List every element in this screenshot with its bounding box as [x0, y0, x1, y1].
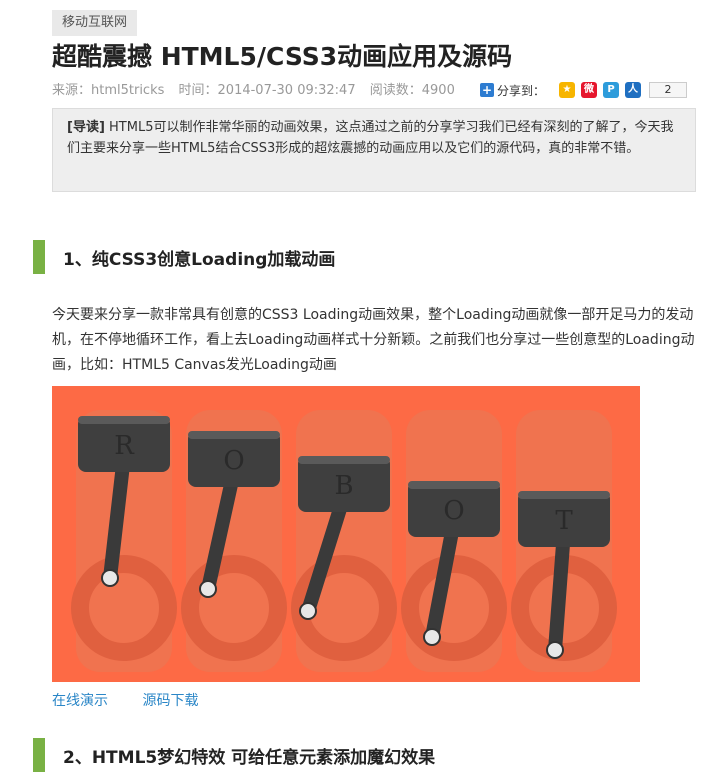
share-label: 分享到：: [497, 83, 546, 98]
robot-ball: [299, 602, 317, 620]
robot-block-top: [408, 481, 500, 489]
robot-block-top: [188, 431, 280, 439]
article-meta: 来源：html5tricks 时间：2014-07-30 09:32:47 阅读…: [52, 82, 465, 100]
robot-loading-graphic: R O B O T: [71, 410, 617, 672]
weibo-icon[interactable]: 微: [581, 82, 598, 98]
section-heading-text: 1、纯CSS3创意Loading加载动画: [63, 249, 336, 270]
heading-bar: [33, 240, 45, 274]
category-tag[interactable]: 移动互联网: [52, 10, 138, 36]
renren-icon[interactable]: 人: [625, 82, 642, 98]
download-link[interactable]: 源码下载: [142, 693, 198, 709]
share-plus-icon[interactable]: +: [480, 83, 494, 97]
robot-letter: T: [555, 506, 573, 536]
share-bar: + 分享到： ★ 微 P 人 2: [480, 80, 688, 100]
robot-letter: O: [223, 446, 244, 476]
section-heading-text: 2、HTML5梦幻特效 可给任意元素添加魔幻效果: [63, 747, 436, 768]
robot-rod: [548, 524, 571, 657]
views-text: 阅读数：4900: [369, 83, 455, 98]
robot-block-top: [78, 416, 170, 424]
robot-ball: [546, 641, 564, 659]
robot-ball: [199, 580, 217, 598]
robot-block-top: [298, 456, 390, 464]
section-paragraph: 今天要来分享一款非常具有创意的CSS3 Loading动画效果，整个Loadin…: [52, 307, 695, 373]
pengyou-icon[interactable]: P: [603, 82, 620, 98]
robot-loading-demo-image: R O B O T: [52, 386, 640, 682]
robot-ball: [423, 628, 441, 646]
share-count[interactable]: 2: [649, 82, 688, 98]
section-heading-1: 1、纯CSS3创意Loading加载动画: [33, 240, 335, 274]
robot-block-top: [518, 491, 610, 499]
robot-letter: R: [114, 431, 135, 461]
section-heading-2: 2、HTML5梦幻特效 可给任意元素添加魔幻效果: [33, 738, 435, 772]
robot-letter: O: [443, 496, 464, 526]
article-title: 超酷震撼 HTML5/CSS3动画应用及源码: [52, 42, 513, 71]
demo-links: 在线演示 源码下载: [52, 691, 228, 711]
online-demo-link[interactable]: 在线演示: [52, 693, 108, 709]
lead-text: HTML5可以制作非常华丽的动画效果，这点通过之前的分享学习我们已经有深刻的了解…: [67, 120, 674, 156]
time-text: 时间：2014-07-30 09:32:47: [178, 83, 356, 98]
qzone-icon[interactable]: ★: [559, 82, 576, 98]
lead-prefix: [导读]: [67, 120, 105, 135]
heading-bar: [33, 738, 45, 772]
source-text: 来源：html5tricks: [52, 83, 165, 98]
robot-letter: B: [334, 471, 353, 501]
lead-box: [导读] HTML5可以制作非常华丽的动画效果，这点通过之前的分享学习我们已经有…: [52, 108, 696, 192]
robot-ball: [101, 569, 119, 587]
